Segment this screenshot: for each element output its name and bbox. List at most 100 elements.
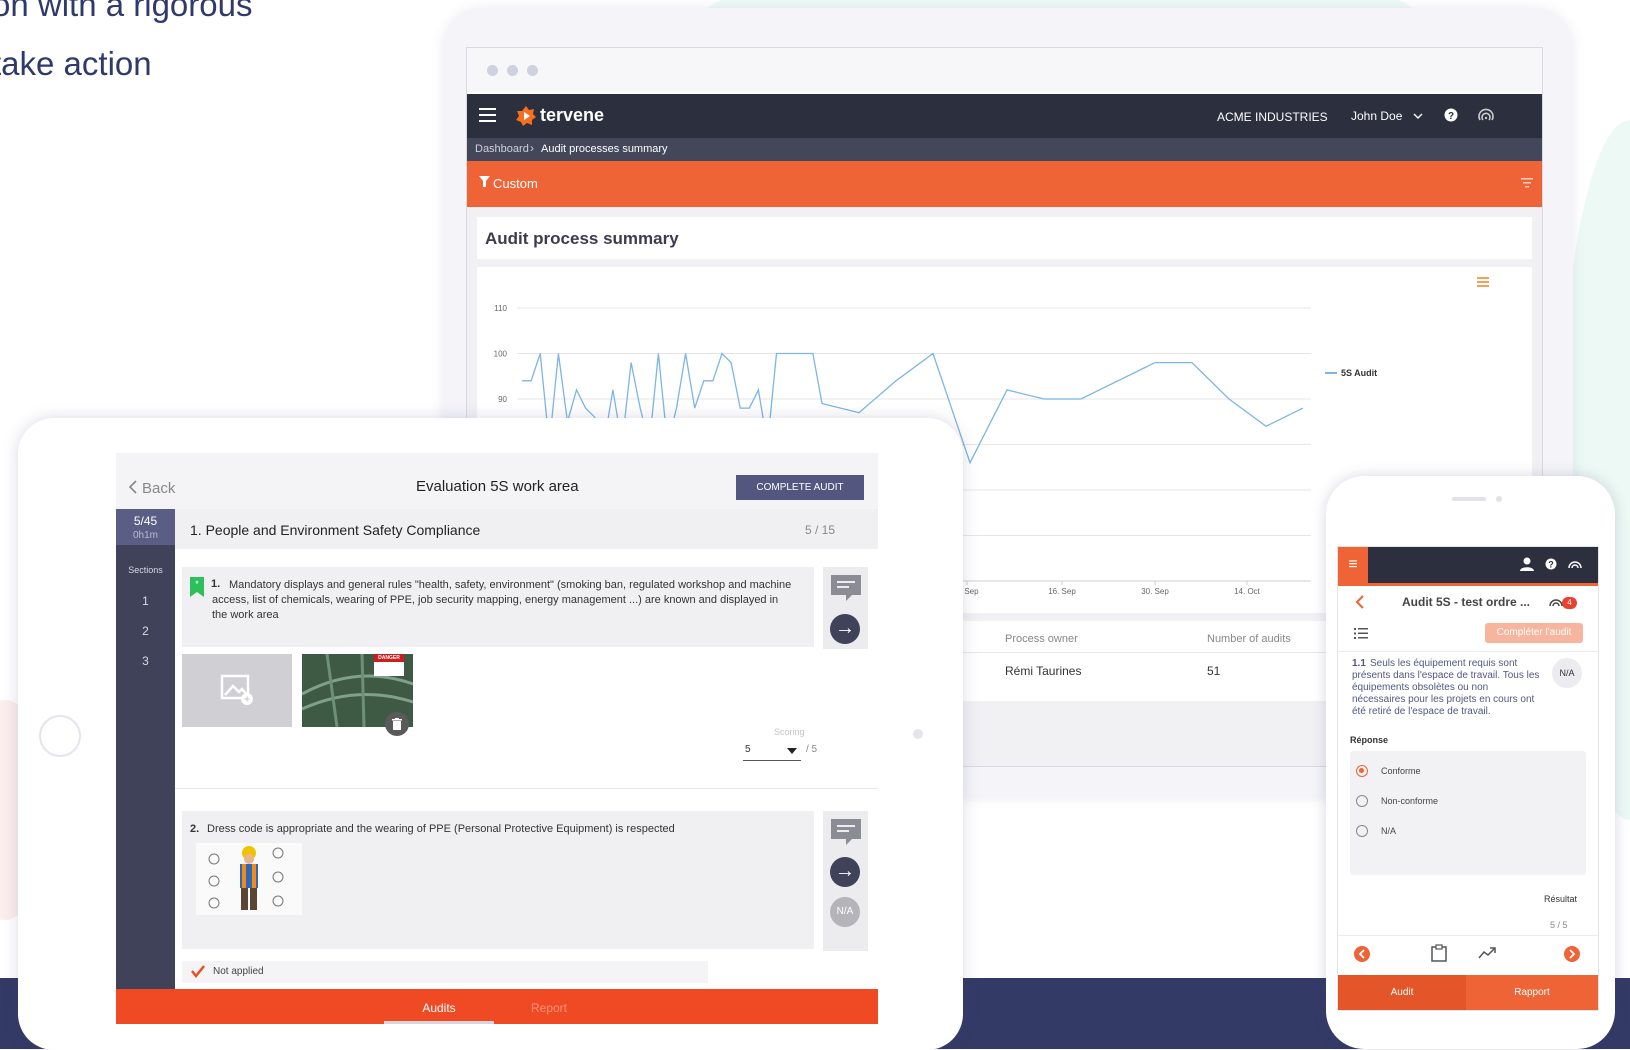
not-applicable-button[interactable]: N/A [1552, 658, 1582, 688]
table-header-owner: Process owner [1005, 633, 1078, 645]
next-question-button[interactable]: → [830, 857, 860, 887]
svg-text:?: ? [1548, 560, 1554, 570]
filter-options-icon[interactable] [1521, 178, 1533, 188]
not-applied-row[interactable]: Not applied [182, 961, 708, 983]
company-name[interactable]: ACME INDUSTRIES [1217, 110, 1328, 124]
section-link-1[interactable]: 1 [116, 594, 175, 608]
table-header-count: Number of audits [1207, 633, 1291, 645]
radio-conforme[interactable] [1356, 765, 1368, 777]
section-link-2[interactable]: 2 [116, 624, 175, 638]
complete-audit-button[interactable]: COMPLETE AUDIT [736, 475, 864, 500]
list-icon[interactable] [1354, 628, 1368, 639]
chevron-left-icon[interactable] [128, 480, 137, 494]
mobile-question-text: Seuls les équipement requis sont présent… [1352, 658, 1540, 717]
back-button[interactable]: Back [142, 480, 175, 497]
breadcrumb-dashboard[interactable]: Dashboard [475, 143, 529, 155]
scoring-select[interactable]: 5 [743, 742, 801, 761]
bookmark-star-icon[interactable]: * [190, 577, 204, 597]
radio-na[interactable] [1356, 825, 1368, 837]
section-header: 1. People and Environment Safety Complia… [175, 509, 878, 549]
comment-icon[interactable] [831, 819, 861, 845]
breadcrumb: Dashboard › Audit processes summary [467, 138, 1542, 161]
user-icon[interactable] [1520, 557, 1534, 571]
chart-y-tick: 100 [494, 350, 508, 359]
complete-audit-button[interactable]: Compléter l'audit [1485, 623, 1583, 643]
tablet-camera [913, 729, 923, 739]
trend-icon[interactable] [1478, 947, 1496, 959]
delete-photo-button[interactable] [385, 712, 409, 736]
chart-y-tick: 110 [494, 304, 507, 313]
help-icon[interactable]: ? [1444, 108, 1458, 122]
tervene-logo-icon [516, 106, 536, 126]
app-navbar: tervene ACME INDUSTRIES John Doe ? [467, 94, 1542, 138]
scoring-max: / 5 [806, 744, 818, 755]
fingerprint-icon[interactable] [1477, 106, 1495, 124]
chart-y-tick: 90 [498, 395, 507, 404]
next-question-icon[interactable] [1564, 946, 1580, 962]
tab-report[interactable]: Report [494, 1001, 604, 1015]
filter-bar: Custom [467, 161, 1542, 207]
scoring-label: Scoring [774, 727, 805, 737]
hero-text-line-2: take action [0, 45, 152, 82]
filter-custom[interactable]: Custom [493, 176, 538, 191]
window-dot [487, 65, 498, 76]
section-title: 1. People and Environment Safety Complia… [190, 522, 481, 538]
response-label: Réponse [1350, 735, 1389, 745]
user-menu[interactable]: John Doe [1351, 109, 1402, 123]
sections-sidebar: 5/45 0h1m Sections 1 2 3 [116, 509, 175, 989]
menu-icon[interactable]: ≡ [1338, 547, 1368, 583]
danger-sign-text: DANGER [378, 655, 400, 661]
active-tab-indicator [384, 1021, 494, 1024]
help-icon[interactable]: ? [1545, 558, 1557, 570]
svg-text:+: + [244, 695, 250, 706]
option-na[interactable]: N/A [1381, 826, 1396, 836]
hero-text-line-1: on with a rigorous [0, 0, 253, 23]
question-2: 2. Dress code is appropriate and the wea… [182, 811, 814, 949]
window-dot [507, 65, 518, 76]
next-question-button[interactable]: → [830, 614, 860, 644]
filter-icon[interactable] [479, 176, 490, 188]
tab-audit[interactable]: Audit [1338, 987, 1466, 998]
not-applied-label: Not applied [213, 966, 264, 977]
chevron-down-icon[interactable] [1413, 113, 1423, 120]
breadcrumb-current: Audit processes summary [541, 143, 668, 155]
question-2-tools: → N/A [823, 811, 868, 951]
option-conforme[interactable]: Conforme [1381, 766, 1421, 776]
option-non-conforme[interactable]: Non-conforme [1381, 796, 1438, 806]
accent-line [1338, 583, 1598, 586]
table-cell-owner[interactable]: Rémi Taurines [1005, 664, 1081, 678]
radio-non-conforme[interactable] [1356, 795, 1368, 807]
image-placeholder[interactable]: + [182, 654, 292, 727]
breadcrumb-separator-icon: › [530, 141, 534, 155]
tab-audits[interactable]: Audits [384, 1001, 494, 1015]
tab-rapport[interactable]: Rapport [1466, 987, 1598, 998]
tablet-home-button [39, 715, 81, 757]
menu-icon[interactable] [479, 107, 497, 123]
scoring-value: 5 [745, 744, 751, 755]
previous-question-icon[interactable] [1354, 946, 1370, 962]
clipboard-icon[interactable] [1431, 944, 1447, 962]
question-1-text: Mandatory displays and general rules "he… [212, 579, 792, 621]
section-link-3[interactable]: 3 [116, 654, 175, 668]
response-options: Conforme Non-conforme N/A [1350, 751, 1586, 875]
mobile-tab-bar: Audit Rapport [1338, 975, 1598, 1010]
window-dot [527, 65, 538, 76]
checkmark-icon[interactable] [190, 964, 206, 978]
chart-legend-label: 5S Audit [1341, 368, 1377, 378]
comment-icon[interactable] [831, 575, 861, 601]
caret-down-icon [787, 748, 797, 754]
chevron-left-icon[interactable] [1355, 595, 1365, 609]
not-applicable-button[interactable]: N/A [830, 897, 860, 927]
progress-box: 5/45 0h1m [116, 509, 175, 545]
page-title: Audit process summary [485, 229, 679, 248]
brand-name[interactable]: tervene [540, 105, 604, 126]
audit-title: Evaluation 5S work area [416, 478, 579, 495]
svg-text:?: ? [1448, 111, 1454, 122]
ppe-diagram[interactable] [196, 843, 302, 915]
summary-card-header: Audit process summary [477, 217, 1532, 259]
mobile-audit-screen: ≡ ? Audit 5S - test ordre ... 4 Compléte… [1337, 546, 1599, 1011]
chart-x-tick: 16. Sep [1048, 587, 1076, 596]
fingerprint-icon[interactable] [1567, 556, 1583, 572]
notification-badge: 4 [1562, 597, 1577, 609]
chart-x-tick: 14. Oct [1234, 587, 1261, 596]
